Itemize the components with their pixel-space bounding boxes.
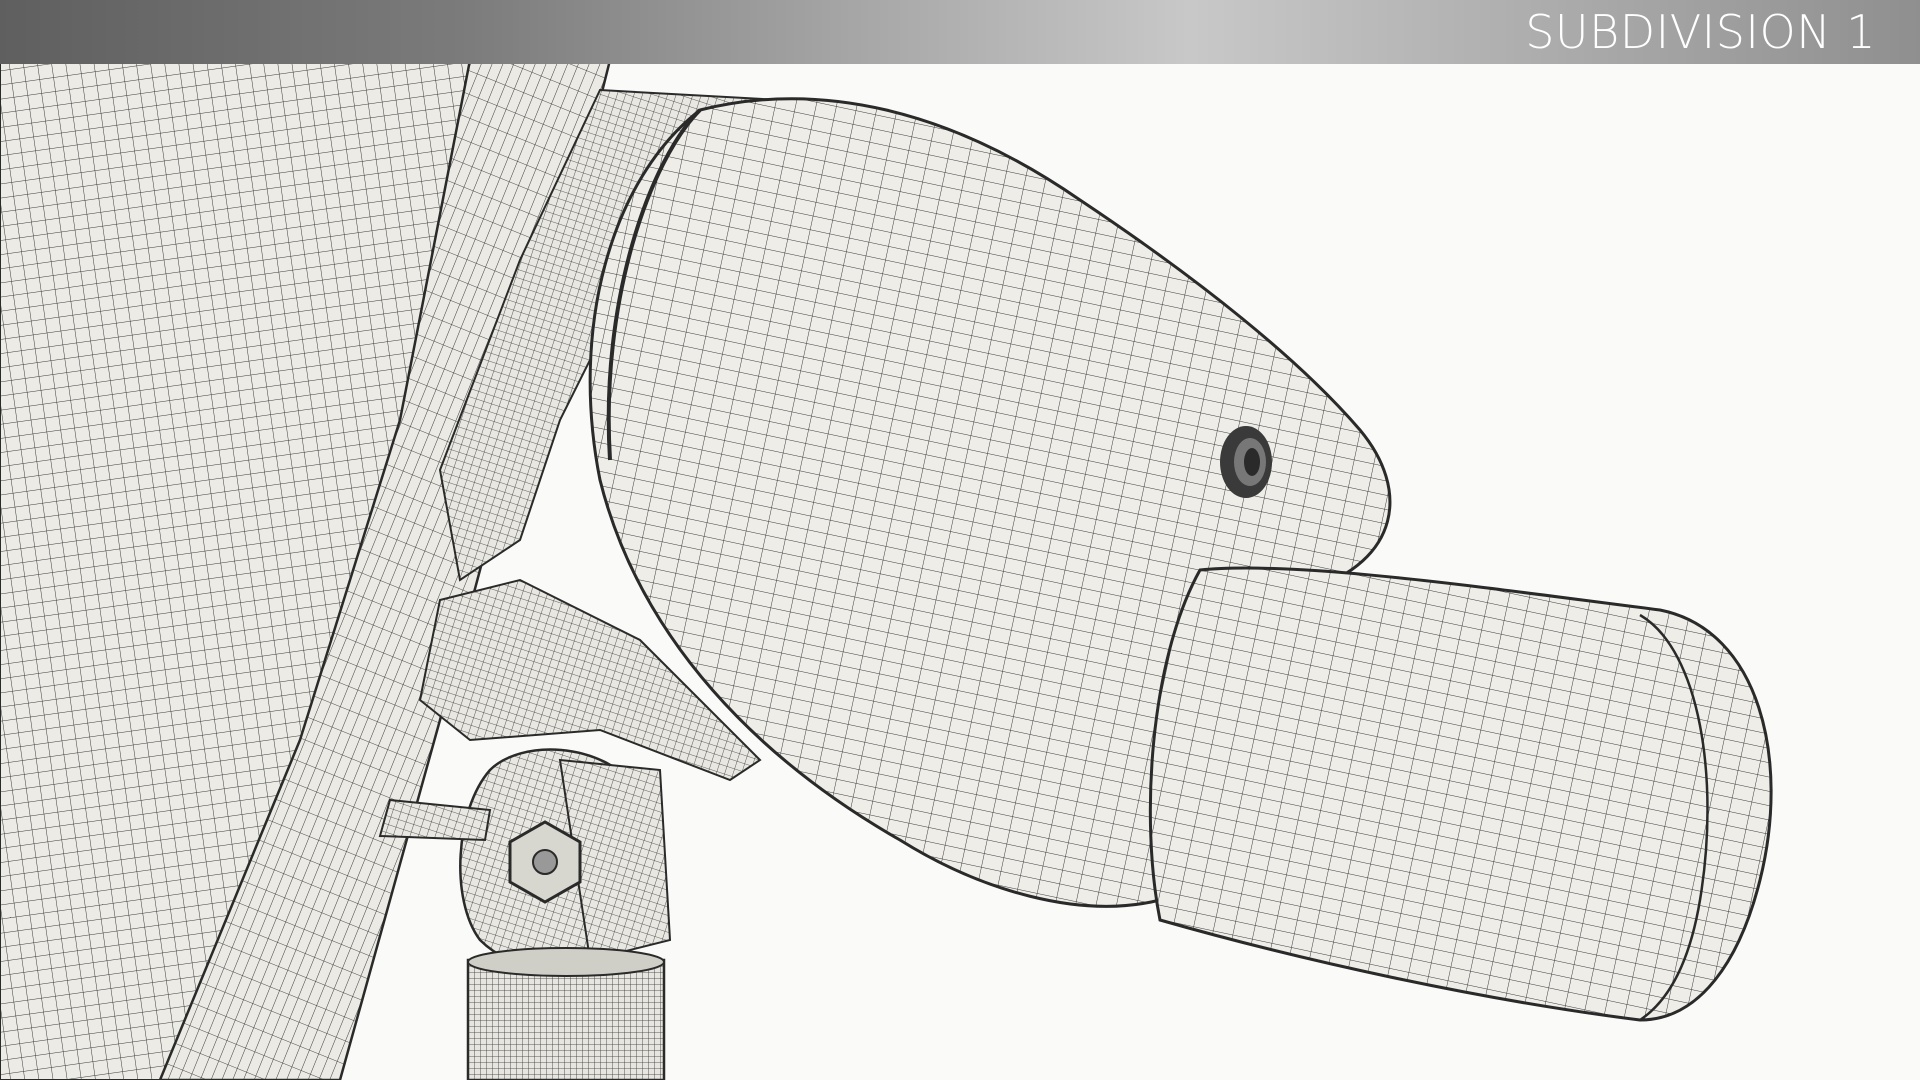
handle-cylinder: [1148, 566, 1773, 1022]
screw-hole: [1220, 426, 1272, 498]
support-post: [466, 947, 666, 1080]
title-banner: SUBDIVISION 1: [0, 0, 1920, 64]
subdivision-label: SUBDIVISION 1: [1525, 5, 1876, 59]
render-viewport: SUBDIVISION 1: [0, 0, 1920, 1080]
wireframe-scene: [0, 58, 1773, 1080]
pivot-joint: [459, 748, 672, 972]
